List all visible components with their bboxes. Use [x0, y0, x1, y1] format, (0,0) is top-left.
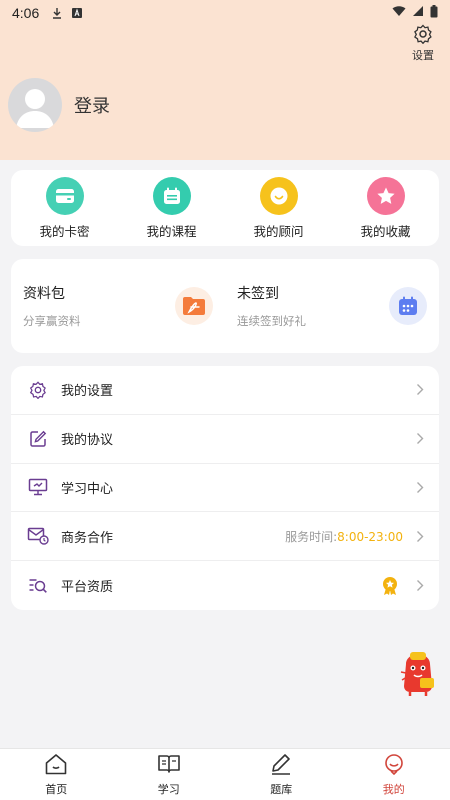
shortcut-my-advisor[interactable]: 我的顾问 [225, 170, 332, 246]
materials-pack-item[interactable]: 资料包 分享赢资料 [11, 259, 225, 353]
tab-study[interactable]: 学习 [113, 749, 226, 800]
folder-pdf-icon [175, 287, 213, 325]
search-list-icon [27, 575, 49, 597]
card-icon [45, 176, 84, 215]
shortcut-label: 我的卡密 [39, 223, 90, 239]
gear-icon [27, 379, 49, 401]
status-bar: 4:06 [0, 0, 450, 26]
promo-title: 未签到 [237, 286, 279, 302]
menu-item-label: 商务合作 [61, 530, 114, 546]
menu-item-my-agreement[interactable]: 我的协议 [11, 415, 439, 464]
tab-label: 我的 [382, 782, 405, 796]
promo-subtitle: 连续签到好礼 [237, 314, 306, 328]
book-icon [157, 753, 181, 779]
shortcut-label: 我的收藏 [360, 223, 411, 239]
service-hours-value: 8:00-23:00 [337, 529, 403, 544]
chat-bubble-icon [259, 176, 298, 215]
menu-list: 我的设置 我的协议 学习中心 商务合作 服务时间:8:00-23:00 平台资质 [11, 366, 439, 610]
login-label: 登录 [74, 96, 110, 117]
header-settings-button[interactable]: 设置 [408, 24, 438, 63]
shortcut-my-favorites[interactable]: 我的收藏 [332, 170, 439, 246]
profile-header: 4:06 设置 登录 [0, 0, 450, 160]
menu-item-label: 我的协议 [61, 433, 114, 449]
status-time: 4:06 [12, 5, 40, 21]
monitor-icon [27, 476, 49, 498]
shortcut-my-card-keys[interactable]: 我的卡密 [11, 170, 118, 246]
app-notification-icon [71, 7, 83, 19]
avatar [8, 78, 62, 132]
tab-label: 首页 [45, 782, 68, 796]
medal-icon [381, 576, 399, 596]
calendar-checkin-icon [389, 287, 427, 325]
header-settings-label: 设置 [412, 49, 434, 62]
login-profile[interactable]: 登录 [8, 78, 110, 132]
chevron-right-icon [413, 481, 427, 494]
signal-icon [412, 5, 424, 21]
service-hours: 服务时间:8:00-23:00 [285, 528, 403, 545]
menu-item-label: 平台资质 [61, 580, 114, 596]
mascot-float-button[interactable] [398, 650, 438, 698]
shortcuts-card: 我的卡密 我的课程 我的顾问 我的收藏 [11, 170, 439, 246]
checkin-item[interactable]: 未签到 连续签到好礼 [225, 259, 439, 353]
calendar-icon [152, 176, 191, 215]
user-smile-icon [382, 753, 406, 779]
tab-label: 学习 [157, 782, 180, 796]
tab-home[interactable]: 首页 [0, 749, 113, 800]
chevron-right-icon [413, 383, 427, 396]
home-icon [44, 753, 68, 779]
shortcut-my-courses[interactable]: 我的课程 [118, 170, 225, 246]
chevron-right-icon [413, 530, 427, 543]
chevron-right-icon [413, 432, 427, 445]
edit-document-icon [27, 428, 49, 450]
menu-item-my-settings[interactable]: 我的设置 [11, 366, 439, 415]
tab-mine[interactable]: 我的 [338, 749, 450, 800]
star-icon [366, 176, 405, 215]
mail-clock-icon [27, 525, 49, 547]
menu-item-label: 我的设置 [61, 384, 114, 400]
battery-icon [430, 4, 438, 22]
tab-question-bank[interactable]: 题库 [225, 749, 338, 800]
bottom-tab-bar: 首页 学习 题库 我的 [0, 748, 450, 800]
wifi-icon [392, 5, 406, 21]
gear-icon [413, 24, 433, 47]
download-icon [51, 7, 63, 19]
shortcut-label: 我的顾问 [253, 223, 304, 239]
shortcut-label: 我的课程 [146, 223, 197, 239]
tab-label: 题库 [270, 782, 293, 796]
promo-title: 资料包 [23, 286, 65, 302]
menu-item-business-cooperation[interactable]: 商务合作 服务时间:8:00-23:00 [11, 512, 439, 562]
chevron-right-icon [413, 579, 427, 592]
menu-item-learning-center[interactable]: 学习中心 [11, 464, 439, 513]
menu-item-label: 学习中心 [61, 481, 114, 497]
promo-card: 资料包 分享赢资料 未签到 连续签到好礼 [11, 259, 439, 353]
pencil-icon [269, 753, 293, 779]
service-hours-prefix: 服务时间: [285, 529, 338, 544]
menu-item-platform-qualification[interactable]: 平台资质 [11, 561, 439, 610]
promo-subtitle: 分享赢资料 [23, 314, 81, 328]
